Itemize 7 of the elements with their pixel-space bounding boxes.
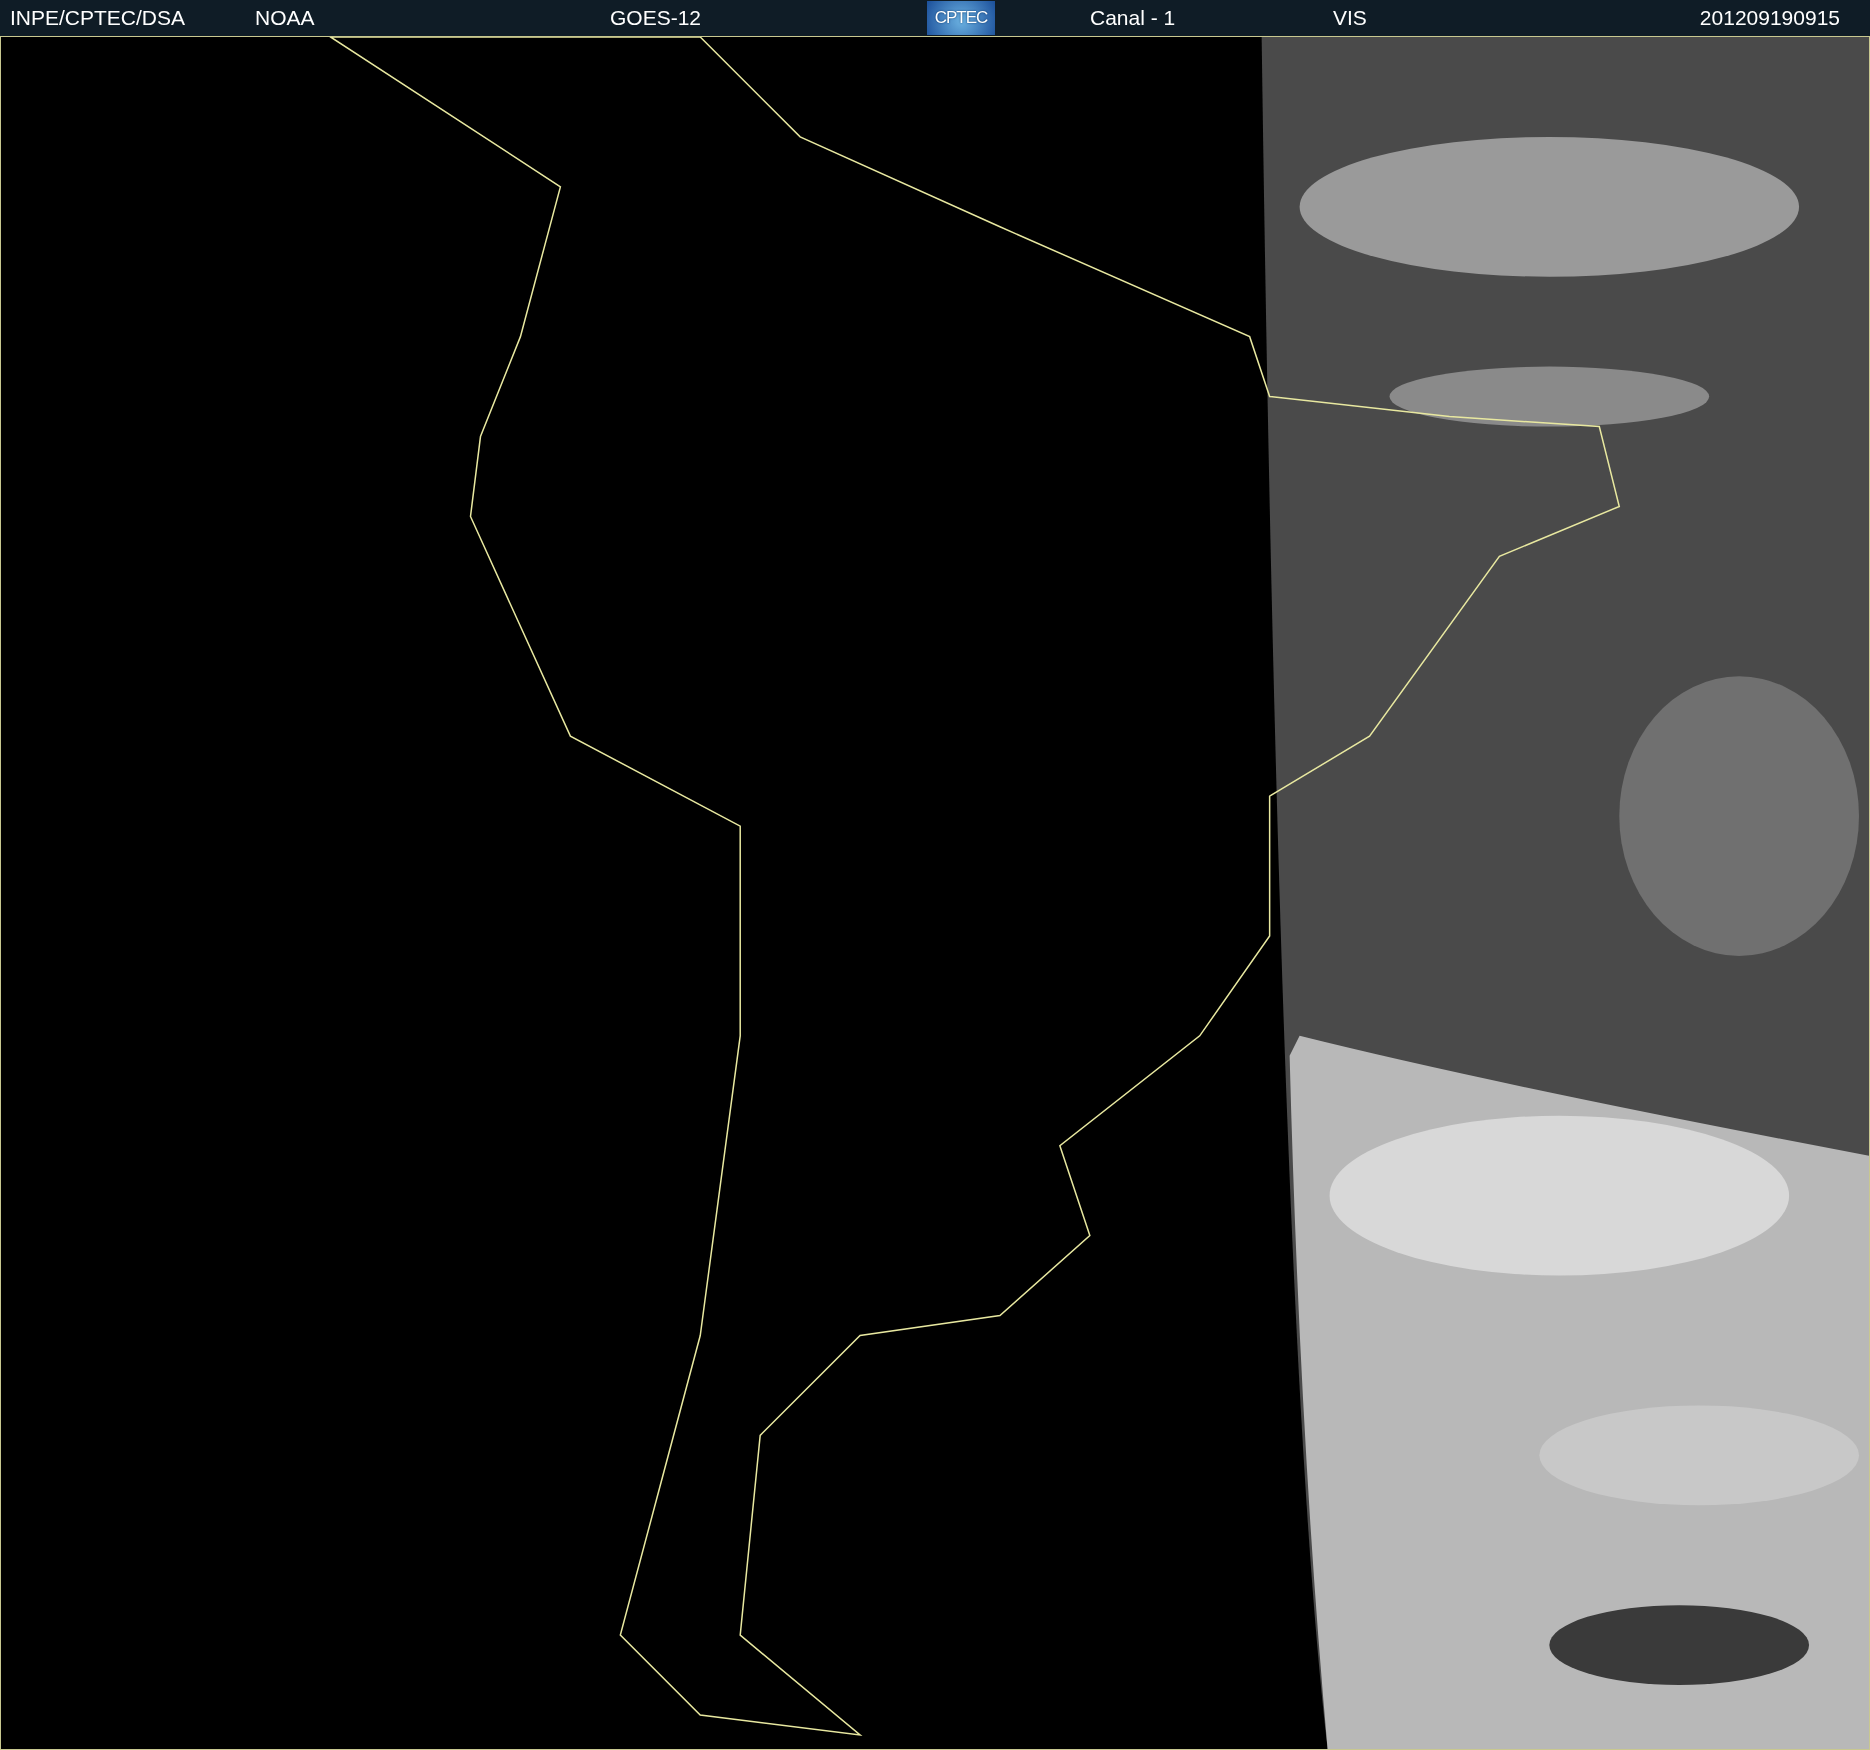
- cptec-logo: CPTEC: [927, 1, 995, 35]
- satellite-label: GOES-12: [610, 6, 703, 30]
- timestamp-label: 201209190915: [1699, 6, 1840, 30]
- channel-label: Canal - 1: [1090, 6, 1177, 30]
- agency-label: INPE/CPTEC/DSA: [10, 6, 187, 30]
- source-label: NOAA: [255, 6, 316, 30]
- band-label: VIS: [1333, 6, 1368, 30]
